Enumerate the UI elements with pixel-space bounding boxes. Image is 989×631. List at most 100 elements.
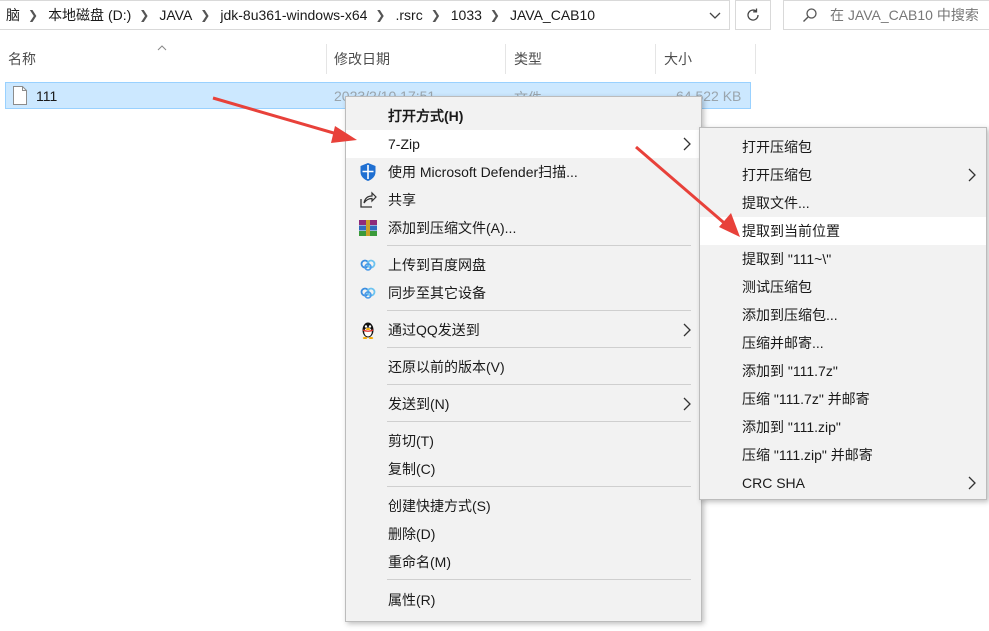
- menu-item-label: 添加到 "111.7z": [742, 363, 838, 379]
- breadcrumb-java[interactable]: JAVA: [153, 7, 196, 23]
- menu-item-restore-versions[interactable]: 还原以前的版本(V): [346, 353, 701, 381]
- column-name-label: 名称: [8, 51, 36, 67]
- sort-up-icon: [157, 38, 167, 54]
- chevron-right-icon: [683, 397, 691, 411]
- chevron-right-icon: [968, 168, 976, 182]
- menu-item-upload-baidu[interactable]: 上传到百度网盘: [346, 251, 701, 279]
- menu-item-label: 提取文件...: [742, 195, 810, 211]
- chevron-right-icon: [968, 476, 976, 490]
- menu-item-send-qq[interactable]: 通过QQ发送到: [346, 316, 701, 344]
- menu-item-label: 打开压缩包: [742, 167, 812, 183]
- column-header-type[interactable]: 类型: [514, 44, 654, 74]
- breadcrumb-1033[interactable]: 1033: [445, 7, 486, 23]
- menu-item-label: 提取到当前位置: [742, 223, 840, 239]
- chevron-right-icon: ❯: [489, 8, 500, 22]
- chevron-right-icon: ❯: [200, 8, 211, 22]
- submenu-item-compress-email[interactable]: 压缩并邮寄...: [700, 329, 986, 357]
- winrar-icon: [358, 218, 378, 238]
- breadcrumb-jdk[interactable]: jdk-8u361-windows-x64: [214, 7, 371, 23]
- menu-item-label: 还原以前的版本(V): [388, 359, 505, 375]
- menu-item-label: 属性(R): [388, 592, 436, 608]
- refresh-button[interactable]: [735, 0, 771, 30]
- menu-divider: [387, 384, 691, 385]
- search-placeholder: 在 JAVA_CAB10 中搜索: [830, 7, 979, 23]
- breadcrumb-drive-d[interactable]: 本地磁盘 (D:): [42, 5, 135, 25]
- context-menu: 打开方式(H) 7-Zip 使用 Microsoft Defender扫描...…: [345, 96, 702, 622]
- menu-item-label: 打开压缩包: [742, 139, 812, 155]
- menu-item-label: 共享: [388, 192, 416, 208]
- submenu-item-add-to-archive[interactable]: 添加到压缩包...: [700, 301, 986, 329]
- column-divider[interactable]: [655, 44, 656, 74]
- menu-item-label: 创建快捷方式(S): [388, 498, 491, 514]
- submenu-item-add-zip[interactable]: 添加到 "111.zip": [700, 413, 986, 441]
- menu-item-send-to[interactable]: 发送到(N): [346, 390, 701, 418]
- menu-divider: [387, 347, 691, 348]
- menu-item-label: 压缩并邮寄...: [742, 335, 824, 351]
- column-divider[interactable]: [505, 44, 506, 74]
- menu-item-label: 复制(C): [388, 461, 436, 477]
- search-icon: [803, 8, 817, 22]
- submenu-item-compress-7z-email[interactable]: 压缩 "111.7z" 并邮寄: [700, 385, 986, 413]
- menu-item-label: 7-Zip: [388, 136, 420, 152]
- column-header-date[interactable]: 修改日期: [334, 44, 504, 74]
- menu-item-label: 压缩 "111.zip" 并邮寄: [742, 447, 873, 463]
- chevron-right-icon: ❯: [28, 8, 39, 22]
- menu-item-cut[interactable]: 剪切(T): [346, 427, 701, 455]
- menu-item-label: 添加到 "111.zip": [742, 419, 841, 435]
- menu-item-sync-devices[interactable]: 同步至其它设备: [346, 279, 701, 307]
- menu-item-label: 重命名(M): [388, 554, 451, 570]
- column-type-label: 类型: [514, 51, 542, 67]
- breadcrumb-rsrc[interactable]: .rsrc: [389, 7, 426, 23]
- menu-item-open-with[interactable]: 打开方式(H): [346, 102, 701, 130]
- menu-item-defender-scan[interactable]: 使用 Microsoft Defender扫描...: [346, 158, 701, 186]
- menu-item-add-to-archive[interactable]: 添加到压缩文件(A)...: [346, 214, 701, 242]
- chevron-right-icon: ❯: [375, 8, 386, 22]
- file-icon: [12, 86, 28, 108]
- chevron-right-icon: ❯: [139, 8, 150, 22]
- column-header-size[interactable]: 大小: [664, 44, 754, 74]
- menu-item-label: 使用 Microsoft Defender扫描...: [388, 164, 578, 180]
- menu-item-label: 同步至其它设备: [388, 285, 486, 301]
- menu-item-label: 打开方式(H): [388, 108, 464, 124]
- breadcrumb-java-cab10[interactable]: JAVA_CAB10: [504, 7, 599, 23]
- chevron-down-icon[interactable]: [705, 7, 725, 25]
- submenu-item-open-archive[interactable]: 打开压缩包: [700, 133, 986, 161]
- search-box[interactable]: 在 JAVA_CAB10 中搜索: [783, 0, 989, 30]
- menu-divider: [387, 421, 691, 422]
- menu-divider: [387, 486, 691, 487]
- refresh-icon: [747, 8, 759, 21]
- file-name: 111: [36, 88, 58, 104]
- qq-penguin-icon: [358, 320, 378, 340]
- address-bar[interactable]: 脑 ❯ 本地磁盘 (D:) ❯ JAVA ❯ jdk-8u361-windows…: [0, 0, 730, 30]
- menu-item-properties[interactable]: 属性(R): [346, 586, 701, 614]
- submenu-item-extract-to-folder[interactable]: 提取到 "111~\": [700, 245, 986, 273]
- shield-icon: [358, 162, 378, 182]
- menu-item-create-shortcut[interactable]: 创建快捷方式(S): [346, 492, 701, 520]
- menu-divider: [387, 245, 691, 246]
- column-divider[interactable]: [755, 44, 756, 74]
- menu-item-label: 剪切(T): [388, 433, 434, 449]
- submenu-item-crc-sha[interactable]: CRC SHA: [700, 469, 986, 497]
- breadcrumb-computer[interactable]: 脑: [0, 5, 24, 25]
- baidu-netdisk-icon: [358, 255, 378, 275]
- submenu-item-extract-files[interactable]: 提取文件...: [700, 189, 986, 217]
- menu-item-label: 上传到百度网盘: [388, 257, 486, 273]
- column-header-name[interactable]: 名称: [8, 44, 326, 74]
- column-size-label: 大小: [664, 51, 692, 67]
- submenu-item-open-archive-more[interactable]: 打开压缩包: [700, 161, 986, 189]
- column-divider[interactable]: [326, 44, 327, 74]
- menu-item-7zip[interactable]: 7-Zip: [346, 130, 701, 158]
- chevron-right-icon: ❯: [430, 8, 441, 22]
- menu-item-copy[interactable]: 复制(C): [346, 455, 701, 483]
- submenu-item-test-archive[interactable]: 测试压缩包: [700, 273, 986, 301]
- baidu-netdisk-icon: [358, 283, 378, 303]
- chevron-right-icon: [683, 323, 691, 337]
- menu-item-share[interactable]: 共享: [346, 186, 701, 214]
- submenu-item-add-7z[interactable]: 添加到 "111.7z": [700, 357, 986, 385]
- menu-item-rename[interactable]: 重命名(M): [346, 548, 701, 576]
- menu-item-delete[interactable]: 删除(D): [346, 520, 701, 548]
- menu-divider: [387, 310, 691, 311]
- submenu-item-extract-here[interactable]: 提取到当前位置: [700, 217, 986, 245]
- submenu-item-compress-zip-email[interactable]: 压缩 "111.zip" 并邮寄: [700, 441, 986, 469]
- menu-item-label: 测试压缩包: [742, 279, 812, 295]
